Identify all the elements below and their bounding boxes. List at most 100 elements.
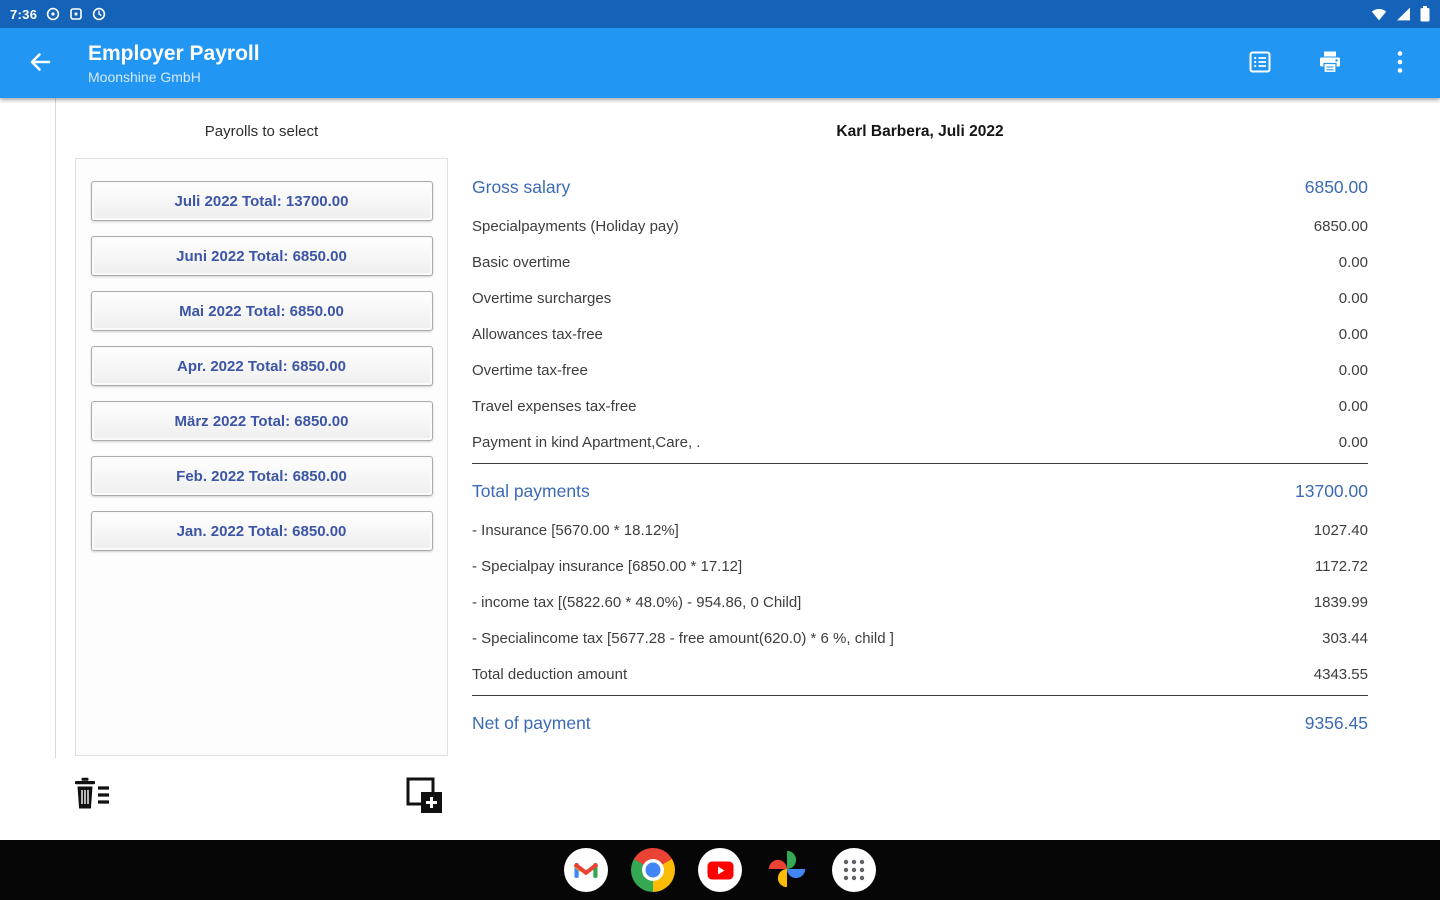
- status-time: 7:36: [10, 6, 38, 22]
- detail-value: 0.00: [1338, 397, 1368, 415]
- app-bar: Employer Payroll Moonshine GmbH: [0, 28, 1440, 98]
- payroll-details: Gross salary 6850.00 Specialpayments (Holi…: [472, 166, 1368, 744]
- app-bar-titles: Employer Payroll Moonshine GmbH: [88, 42, 260, 85]
- detail-value: 303.44: [1322, 629, 1368, 647]
- divider: [472, 695, 1368, 696]
- detail-value: 1027.40: [1313, 521, 1368, 539]
- gmail-app-icon[interactable]: [564, 848, 608, 892]
- report-list-icon: [1247, 49, 1273, 78]
- payroll-button[interactable]: Juni 2022 Total: 6850.00: [90, 236, 433, 276]
- detail-label: Gross salary: [472, 176, 571, 197]
- back-button[interactable]: [14, 37, 66, 89]
- detail-row: Total deduction amount 4343.55: [472, 656, 1368, 692]
- wifi-icon: [1371, 7, 1387, 21]
- photos-app-icon[interactable]: [765, 848, 809, 892]
- payroll-report-button[interactable]: [1238, 41, 1282, 85]
- notification-icon-2: [69, 7, 83, 21]
- payroll-detail-header: Karl Barbera, Juli 2022: [836, 123, 1004, 140]
- detail-label: Overtime surcharges: [472, 289, 612, 307]
- detail-label: - Specialpay insurance [6850.00 * 17.12]: [472, 557, 743, 575]
- detail-value: 4343.55: [1313, 665, 1368, 683]
- payroll-list: Juli 2022 Total: 13700.00 Juni 2022 Total…: [75, 158, 448, 756]
- app-drawer-icon: [832, 848, 876, 892]
- detail-label: Net of payment: [472, 712, 591, 733]
- detail-label: Payment in kind Apartment,Care, .: [472, 433, 701, 451]
- payroll-button[interactable]: Juli 2022 Total: 13700.00: [90, 181, 433, 221]
- detail-row: Gross salary 6850.00: [472, 166, 1368, 208]
- detail-label: Overtime tax-free: [472, 361, 588, 379]
- app-bar-actions: [1238, 41, 1422, 85]
- notification-icon-3: [92, 7, 106, 21]
- app-drawer-icon-button[interactable]: [832, 848, 876, 892]
- back-arrow-icon: [27, 49, 53, 78]
- detail-value: 13700.00: [1295, 480, 1368, 501]
- cellular-signal-icon: [1396, 7, 1411, 21]
- detail-value: 0.00: [1338, 361, 1368, 379]
- chrome-app-icon[interactable]: [631, 848, 675, 892]
- status-right-cluster: [1371, 6, 1430, 22]
- detail-value: 6850.00: [1304, 176, 1368, 197]
- detail-row: Basic overtime 0.00: [472, 244, 1368, 280]
- detail-row: Specialpayments (Holiday pay) 6850.00: [472, 208, 1368, 244]
- detail-label: - Insurance [5670.00 * 18.12%]: [472, 521, 679, 539]
- detail-row: Overtime surcharges 0.00: [472, 280, 1368, 316]
- detail-row: Net of payment 9356.45: [472, 702, 1368, 744]
- detail-row: Allowances tax-free 0.00: [472, 316, 1368, 352]
- page-title: Employer Payroll: [88, 41, 260, 65]
- payroll-button[interactable]: Apr. 2022 Total: 6850.00: [90, 346, 433, 386]
- detail-label: - income tax [(5822.60 * 48.0%) - 954.86…: [472, 593, 802, 611]
- detail-value: 0.00: [1338, 289, 1368, 307]
- detail-value: 6850.00: [1313, 217, 1368, 235]
- detail-row: Total payments 13700.00: [472, 470, 1368, 512]
- print-button[interactable]: [1308, 41, 1352, 85]
- notification-icon-1: [46, 7, 60, 21]
- youtube-app-icon[interactable]: [698, 848, 742, 892]
- add-payroll-icon: [401, 772, 449, 823]
- detail-row: - Insurance [5670.00 * 18.12%] 1027.40: [472, 512, 1368, 548]
- detail-row: - Specialincome tax [5677.28 - free amou…: [472, 620, 1368, 656]
- photos-icon: [767, 849, 807, 892]
- overflow-menu-button[interactable]: [1378, 41, 1422, 85]
- detail-label: Travel expenses tax-free: [472, 397, 637, 415]
- detail-row: Travel expenses tax-free 0.00: [472, 388, 1368, 424]
- card-left-edge: [55, 98, 56, 840]
- detail-label: Total payments: [472, 480, 590, 501]
- chrome-icon: [631, 848, 675, 892]
- screen: 7:36 Employer Payroll Moonshine GmbH Pay…: [0, 0, 1440, 900]
- detail-row: Payment in kind Apartment,Care, . 0.00: [472, 424, 1368, 460]
- payroll-button[interactable]: Feb. 2022 Total: 6850.00: [90, 456, 433, 496]
- status-left-cluster: 7:36: [10, 7, 106, 22]
- more-vert-icon: [1396, 49, 1404, 78]
- detail-label: - Specialincome tax [5677.28 - free amou…: [472, 629, 894, 647]
- detail-value: 0.00: [1338, 253, 1368, 271]
- add-payroll-button[interactable]: [398, 770, 452, 824]
- detail-label: Total deduction amount: [472, 665, 628, 683]
- detail-value: 0.00: [1338, 433, 1368, 451]
- content-area: Payrolls to select Karl Barbera, Juli 20…: [0, 98, 1440, 840]
- detail-value: 0.00: [1338, 325, 1368, 343]
- detail-row: Overtime tax-free 0.00: [472, 352, 1368, 388]
- gmail-icon: [564, 848, 608, 892]
- detail-row: - income tax [(5822.60 * 48.0%) - 954.86…: [472, 584, 1368, 620]
- detail-value: 1839.99: [1313, 593, 1368, 611]
- dock: [0, 840, 1440, 900]
- detail-row: - Specialpay insurance [6850.00 * 17.12]…: [472, 548, 1368, 584]
- delete-payroll-icon: [67, 772, 115, 823]
- detail-label: Specialpayments (Holiday pay): [472, 217, 679, 235]
- bottom-toolbar: [0, 758, 1440, 840]
- detail-label: Allowances tax-free: [472, 325, 603, 343]
- battery-icon: [1420, 6, 1430, 22]
- payroll-list-header: Payrolls to select: [204, 123, 319, 140]
- payroll-button[interactable]: Mai 2022 Total: 6850.00: [90, 291, 433, 331]
- delete-payroll-button[interactable]: [64, 770, 118, 824]
- print-icon: [1317, 49, 1343, 78]
- payroll-button[interactable]: März 2022 Total: 6850.00: [90, 401, 433, 441]
- detail-value: 9356.45: [1304, 712, 1368, 733]
- detail-value: 1172.72: [1314, 557, 1368, 575]
- payroll-button[interactable]: Jan. 2022 Total: 6850.00: [90, 511, 433, 551]
- page-subtitle: Moonshine GmbH: [88, 68, 201, 85]
- divider: [472, 463, 1368, 464]
- status-bar: 7:36: [0, 0, 1440, 28]
- detail-label: Basic overtime: [472, 253, 571, 271]
- youtube-icon: [698, 848, 742, 892]
